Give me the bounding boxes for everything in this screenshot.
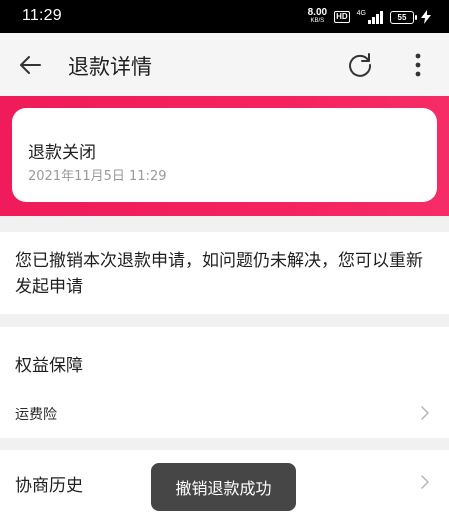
refund-notice: 您已撤销本次退款申请，如问题仍未解决，您可以重新发起申请 xyxy=(0,232,449,314)
hd-icon: HD xyxy=(334,11,350,23)
network-speed: 8.00 KB/S xyxy=(307,7,328,25)
page-title: 退款详情 xyxy=(68,55,152,79)
network-speed-value: 8.00 xyxy=(307,7,328,18)
top-app-bar: 退款详情 xyxy=(0,33,449,96)
refresh-button[interactable] xyxy=(344,49,376,81)
refund-notice-text: 您已撤销本次退款申请，如问题仍未解决，您可以重新发起申请 xyxy=(15,251,423,297)
arrow-left-icon xyxy=(20,56,41,74)
rights-section: 权益保障 运费险 xyxy=(0,327,449,438)
status-indicators: 8.00 KB/S HD 4G 55 xyxy=(308,8,431,26)
refund-status-title: 退款关闭 xyxy=(28,143,96,163)
refund-status-card: 退款关闭 2021年11月5日 11:29 xyxy=(12,108,437,202)
toast-message: 撤销退款成功 xyxy=(151,463,296,511)
refund-status-time: 2021年11月5日 11:29 xyxy=(28,169,167,184)
network-speed-unit: KB/S xyxy=(310,18,325,24)
battery-icon: 55 xyxy=(390,10,417,24)
charging-icon xyxy=(421,10,431,24)
shipping-insurance-row[interactable]: 运费险 xyxy=(0,391,449,435)
negotiation-history-title: 协商历史 xyxy=(15,476,83,496)
more-options-button[interactable] xyxy=(404,49,432,81)
refresh-icon xyxy=(349,53,372,77)
shipping-insurance-label: 运费险 xyxy=(15,407,57,423)
signal-icon: 4G xyxy=(357,10,383,24)
chevron-right-icon xyxy=(421,406,429,420)
back-button[interactable] xyxy=(14,49,46,81)
status-bar: 11:29 8.00 KB/S HD 4G 55 xyxy=(0,0,449,33)
network-type: 4G xyxy=(356,10,366,17)
rights-title: 权益保障 xyxy=(15,356,83,376)
status-time: 11:29 xyxy=(22,7,62,24)
more-vertical-icon xyxy=(415,53,421,77)
chevron-right-icon xyxy=(421,475,429,489)
